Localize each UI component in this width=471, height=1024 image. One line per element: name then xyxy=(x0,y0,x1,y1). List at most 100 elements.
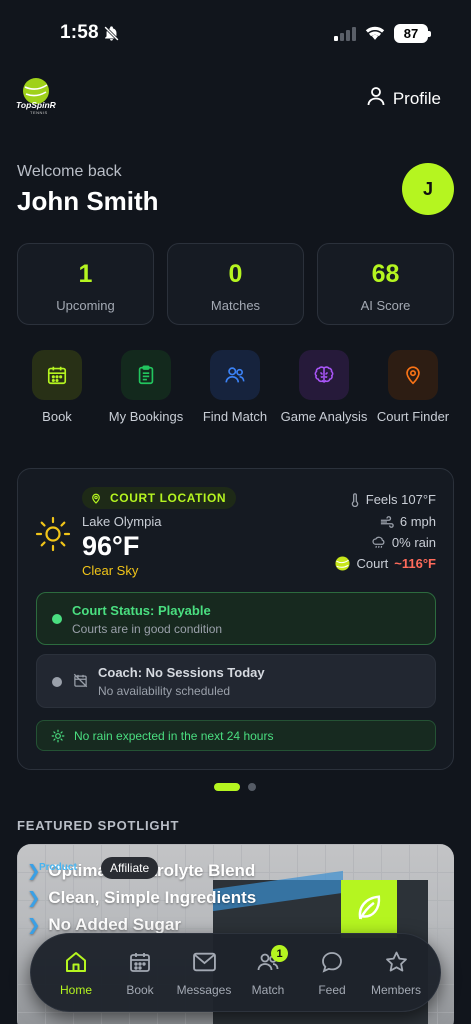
rain-forecast-note: No rain expected in the next 24 hours xyxy=(36,720,436,751)
home-icon xyxy=(46,948,106,976)
nav-label: Messages xyxy=(176,983,232,997)
quick-action-find-match[interactable]: Find Match xyxy=(187,350,283,425)
court-status-title: Court Status: Playable xyxy=(72,603,211,618)
court-temperature: Court ~116°F xyxy=(335,556,436,571)
sun-small-icon xyxy=(51,729,65,743)
avatar[interactable]: J xyxy=(402,163,454,215)
court-label: Court xyxy=(356,556,389,571)
stat-ai-score[interactable]: 68 AI Score xyxy=(317,243,454,325)
chevron-right-icon: ❯ xyxy=(27,917,41,934)
stat-label: Matches xyxy=(210,298,261,313)
user-icon xyxy=(367,86,385,111)
nav-label: Members xyxy=(370,983,421,997)
quick-action-label: Court Finder xyxy=(376,409,450,424)
bottom-nav: Home Book Messages 1 Match Feed Members xyxy=(30,933,441,1012)
feels-like: Feels 107°F xyxy=(350,492,436,507)
featured-heading: FEATURED SPOTLIGHT xyxy=(17,818,180,833)
weather-condition: Clear Sky xyxy=(82,563,139,578)
mail-icon xyxy=(174,948,234,976)
carousel-pager[interactable] xyxy=(214,783,256,791)
quick-action-label: Book xyxy=(42,409,72,424)
users-icon: 1 xyxy=(238,945,298,976)
status-dot xyxy=(52,677,62,687)
stat-value: 68 xyxy=(371,260,400,288)
app-logo[interactable]: TopSpinR TENNIS xyxy=(16,78,60,118)
pager-dot[interactable] xyxy=(248,783,256,791)
affiliate-badge: Affiliate xyxy=(101,857,159,879)
nav-book[interactable]: Book xyxy=(110,948,170,997)
brain-icon xyxy=(299,350,349,400)
logo-subtext: TENNIS xyxy=(30,110,48,115)
stat-upcoming[interactable]: 1 Upcoming xyxy=(17,243,154,325)
spotlight-line: ❯ Clean, Simple Ingredients xyxy=(27,888,257,907)
court-status-playable[interactable]: Court Status: Playable Courts are in goo… xyxy=(36,592,436,645)
court-temp-value: ~116°F xyxy=(394,556,436,571)
feels-like-value: Feels 107°F xyxy=(365,492,436,507)
pager-dot-active[interactable] xyxy=(214,783,240,791)
nav-label: Match xyxy=(251,983,285,997)
weather-location: Lake Olympia xyxy=(82,514,162,529)
profile-label: Profile xyxy=(392,88,441,108)
wind-value: 6 mph xyxy=(399,514,436,529)
nav-label: Feed xyxy=(318,983,346,997)
map-pin-icon xyxy=(388,350,438,400)
quick-action-book[interactable]: Book xyxy=(9,350,105,425)
quick-action-court-finder[interactable]: Court Finder xyxy=(365,350,461,425)
chat-bubble-icon xyxy=(302,948,362,976)
nav-members[interactable]: Members xyxy=(366,948,426,997)
quick-action-label: My Bookings xyxy=(108,409,184,424)
rain-chance: 0% rain xyxy=(372,535,436,550)
logo-text: TopSpinR xyxy=(16,100,56,110)
sun-icon xyxy=(35,516,71,557)
court-location-label: COURT LOCATION xyxy=(110,491,227,505)
calendar-icon xyxy=(32,350,82,400)
quick-action-label: Find Match xyxy=(202,409,268,424)
calendar-off-icon xyxy=(73,673,88,688)
stat-matches[interactable]: 0 Matches xyxy=(167,243,304,325)
thermometer-icon xyxy=(350,492,360,507)
user-name: John Smith xyxy=(17,186,159,216)
nav-home[interactable]: Home xyxy=(46,948,106,997)
notification-badge: 1 xyxy=(271,945,288,962)
nav-label: Home xyxy=(59,983,92,997)
wifi-icon xyxy=(364,24,386,46)
weather-card[interactable]: COURT LOCATION Lake Olympia 96°F Clear S… xyxy=(17,468,454,770)
quick-action-label: Game Analysis xyxy=(280,409,368,424)
welcome-subtitle: Welcome back xyxy=(17,163,122,180)
nav-label: Book xyxy=(126,983,154,997)
stat-label: AI Score xyxy=(360,298,411,313)
profile-button[interactable]: Profile xyxy=(367,86,441,111)
quick-action-game-analysis[interactable]: Game Analysis xyxy=(276,350,372,425)
spotlight-line: ❯ No Added Sugar xyxy=(27,915,181,934)
stat-value: 1 xyxy=(78,260,93,288)
leaf-icon xyxy=(341,880,397,938)
weather-temperature: 96°F xyxy=(82,531,140,561)
stat-label: Upcoming xyxy=(56,298,115,313)
coach-status-subtitle: No availability scheduled xyxy=(98,684,231,698)
chevron-right-icon: ❯ xyxy=(27,890,41,907)
status-bar: 1:58 87 xyxy=(0,0,471,60)
wind-icon xyxy=(380,515,394,528)
wind-speed: 6 mph xyxy=(380,514,436,529)
clipboard-icon xyxy=(121,350,171,400)
rain-cloud-icon xyxy=(372,536,386,549)
status-time: 1:58 xyxy=(60,22,99,43)
nav-match[interactable]: 1 Match xyxy=(238,945,298,997)
nav-feed[interactable]: Feed xyxy=(302,948,362,997)
court-location-badge[interactable]: COURT LOCATION xyxy=(82,487,237,509)
quick-action-my-bookings[interactable]: My Bookings xyxy=(98,350,194,425)
bell-off-icon xyxy=(103,25,120,47)
rain-value: 0% rain xyxy=(391,535,436,550)
coach-status-title: Coach: No Sessions Today xyxy=(98,665,265,680)
star-icon xyxy=(366,948,426,976)
battery-indicator: 87 xyxy=(394,24,431,43)
coach-status[interactable]: Coach: No Sessions Today No availability… xyxy=(36,654,436,708)
calendar-icon xyxy=(110,948,170,976)
location-pin-icon xyxy=(90,492,102,505)
nav-messages[interactable]: Messages xyxy=(174,948,234,997)
tennis-ball-icon xyxy=(335,556,351,571)
product-tag: Product xyxy=(39,862,77,873)
court-status-subtitle: Courts are in good condition xyxy=(72,622,223,636)
stat-value: 0 xyxy=(228,260,243,288)
users-icon xyxy=(210,350,260,400)
